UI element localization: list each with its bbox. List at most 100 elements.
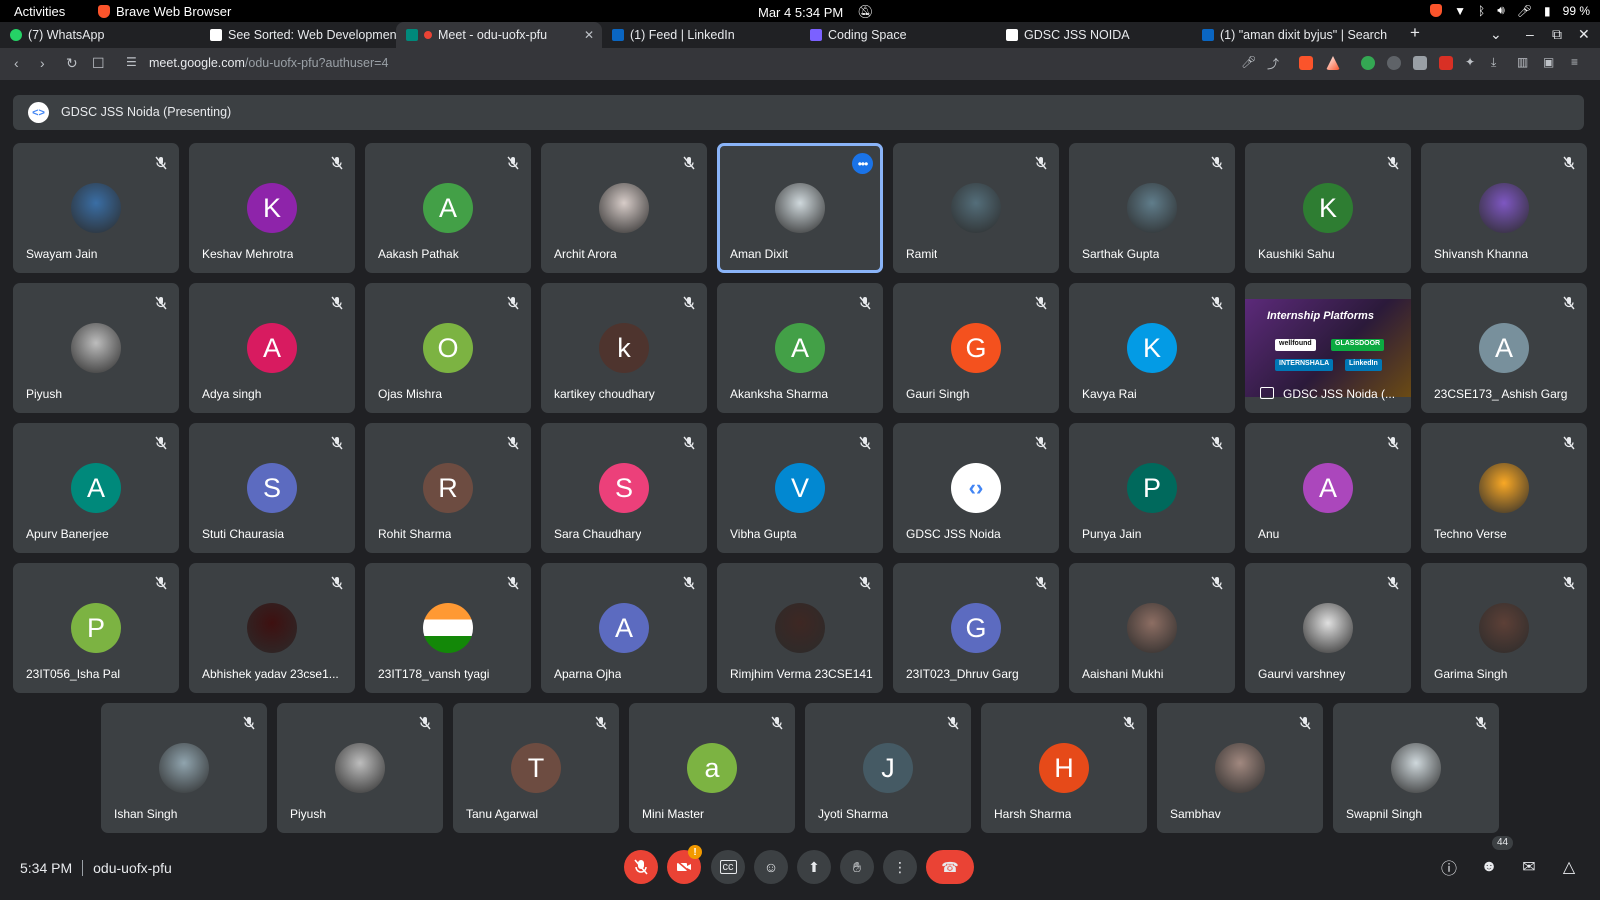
extension-circle-icon[interactable] xyxy=(1387,56,1401,70)
more-options-icon[interactable]: ••• xyxy=(852,153,873,174)
participant-tile[interactable]: A Aparna Ojha xyxy=(541,563,707,693)
participant-tile[interactable]: G 23IT023_Dhruv Garg xyxy=(893,563,1059,693)
presenting-banner[interactable]: <> GDSC JSS Noida (Presenting) xyxy=(13,95,1584,130)
url-field[interactable]: meet.google.com/odu-uofx-pfu?authuser=4 xyxy=(149,56,388,70)
bookmark-icon[interactable]: ☐ xyxy=(92,55,105,72)
extension-grey-icon[interactable] xyxy=(1413,56,1427,70)
participant-tile[interactable]: k kartikey choudhary xyxy=(541,283,707,413)
participant-tile[interactable]: K Keshav Mehrotra xyxy=(189,143,355,273)
participant-tile[interactable]: 23IT178_vansh tyagi xyxy=(365,563,531,693)
tab-see-sorted[interactable]: See Sorted: Web Developmen xyxy=(200,22,396,48)
participant-tile[interactable]: G Gauri Singh xyxy=(893,283,1059,413)
participant-tile[interactable]: R Rohit Sharma xyxy=(365,423,531,553)
participant-tile[interactable]: T Tanu Agarwal xyxy=(453,703,619,833)
participant-tile[interactable]: K Kavya Rai xyxy=(1069,283,1235,413)
tab-meet[interactable]: Meet - odu-uofx-pfu ✕ xyxy=(396,22,602,48)
tab-whatsapp[interactable]: (7) WhatsApp xyxy=(0,22,200,48)
participant-tile[interactable]: Techno Verse xyxy=(1421,423,1587,553)
participant-tile[interactable]: P 23IT056_Isha Pal xyxy=(13,563,179,693)
restore-window-icon[interactable]: ⧉ xyxy=(1552,26,1562,43)
system-tray[interactable]: ▼ ᛒ 🔊︎ 🎤︎ ▮ 99 % xyxy=(1430,3,1590,18)
extension-y-icon[interactable] xyxy=(1439,56,1453,70)
tab-linkedin-search[interactable]: (1) "aman dixit byjus" | Search xyxy=(1192,22,1392,48)
meeting-info-button[interactable]: ⓘ xyxy=(1438,856,1460,878)
brave-shields-icon[interactable] xyxy=(1299,56,1313,70)
participant-tile[interactable]: Sarthak Gupta xyxy=(1069,143,1235,273)
participant-tile[interactable]: J Jyoti Sharma xyxy=(805,703,971,833)
back-icon[interactable]: ‹ xyxy=(14,55,19,71)
leave-call-button[interactable]: ☎︎ xyxy=(926,850,974,884)
participant-tile[interactable]: Abhishek yadav 23cse1... xyxy=(189,563,355,693)
tab-linkedin[interactable]: (1) Feed | LinkedIn xyxy=(602,22,800,48)
more-options-button[interactable]: ⋮ xyxy=(883,850,917,884)
brave-rewards-icon[interactable] xyxy=(1326,56,1340,70)
participant-name: Anu xyxy=(1258,527,1280,541)
avatar: V xyxy=(775,463,825,513)
avatar: O xyxy=(423,323,473,373)
app-menu[interactable]: Brave Web Browser xyxy=(98,4,231,19)
close-tab-icon[interactable]: ✕ xyxy=(584,28,594,42)
participant-tile[interactable]: A 23CSE173_ Ashish Garg xyxy=(1421,283,1587,413)
new-tab-button[interactable]: + xyxy=(1410,23,1420,43)
people-button[interactable]: ☻ xyxy=(1478,856,1500,878)
participant-tile[interactable]: Archit Arora xyxy=(541,143,707,273)
forward-icon[interactable]: › xyxy=(40,55,45,71)
activities-button[interactable]: Activities xyxy=(14,4,65,19)
participant-tile[interactable]: A Akanksha Sharma xyxy=(717,283,883,413)
participant-tile[interactable]: H Harsh Sharma xyxy=(981,703,1147,833)
muted-mic-icon xyxy=(1561,295,1577,311)
participant-tile[interactable]: A Apurv Banerjee xyxy=(13,423,179,553)
participant-tile[interactable]: ‹› GDSC JSS Noida xyxy=(893,423,1059,553)
extension-green-icon[interactable] xyxy=(1361,56,1375,70)
participant-tile[interactable]: A Adya singh xyxy=(189,283,355,413)
participant-tile[interactable]: Ramit xyxy=(893,143,1059,273)
share-icon[interactable]: ⤴ xyxy=(1267,55,1279,72)
participant-tile[interactable]: Piyush xyxy=(277,703,443,833)
participant-tile[interactable]: O Ojas Mishra xyxy=(365,283,531,413)
participant-tile[interactable]: Piyush xyxy=(13,283,179,413)
participant-tile[interactable]: A Anu xyxy=(1245,423,1411,553)
site-info-icon[interactable]: ☰ xyxy=(126,55,137,69)
captions-button[interactable]: cc xyxy=(711,850,745,884)
participant-tile[interactable]: S Sara Chaudhary xyxy=(541,423,707,553)
linkedin-icon xyxy=(1202,29,1214,41)
participant-tile[interactable]: Aman Dixit ••• xyxy=(717,143,883,273)
extensions-puzzle-icon[interactable]: ✦ xyxy=(1465,55,1475,69)
tab-search-chevron-down-icon[interactable]: ⌄ xyxy=(1490,26,1502,43)
participant-tile[interactable]: Garima Singh xyxy=(1421,563,1587,693)
present-now-button[interactable]: ⬆ xyxy=(797,850,831,884)
participant-tile[interactable]: Ishan Singh xyxy=(101,703,267,833)
minimize-window-icon[interactable]: – xyxy=(1526,26,1534,42)
participant-tile[interactable]: Rimjhim Verma 23CSE141 xyxy=(717,563,883,693)
participant-tile[interactable]: S Stuti Chaurasia xyxy=(189,423,355,553)
microphone-off-button[interactable] xyxy=(624,850,658,884)
participant-tile[interactable]: Swapnil Singh xyxy=(1333,703,1499,833)
close-window-icon[interactable]: ✕ xyxy=(1578,26,1590,43)
participant-tile[interactable]: P Punya Jain xyxy=(1069,423,1235,553)
sidebar-icon[interactable]: ▥ xyxy=(1517,55,1528,69)
muted-mic-icon xyxy=(593,715,609,731)
clock[interactable]: Mar 4 5:34 PM 🔕︎ xyxy=(758,4,874,20)
participant-tile[interactable]: A Aakash Pathak xyxy=(365,143,531,273)
tab-gdsc-jss-noida[interactable]: GDSC JSS NOIDA xyxy=(996,22,1192,48)
menu-icon[interactable]: ≡ xyxy=(1571,55,1578,69)
participant-tile[interactable]: V Vibha Gupta xyxy=(717,423,883,553)
participant-tile[interactable]: Sambhav xyxy=(1157,703,1323,833)
participant-tile[interactable]: K Kaushiki Sahu xyxy=(1245,143,1411,273)
participant-tile[interactable]: Shivansh Khanna xyxy=(1421,143,1587,273)
participant-tile[interactable]: a Mini Master xyxy=(629,703,795,833)
raise-hand-button[interactable]: ✋︎ xyxy=(840,850,874,884)
url-host: meet.google.com xyxy=(149,56,245,70)
chat-button[interactable]: ✉ xyxy=(1518,856,1540,878)
participant-tile[interactable]: Swayam Jain xyxy=(13,143,179,273)
reactions-button[interactable]: ☺ xyxy=(754,850,788,884)
downloads-icon[interactable]: ⤓ xyxy=(1491,55,1496,70)
participant-tile[interactable]: Gaurvi varshney xyxy=(1245,563,1411,693)
reload-icon[interactable]: ↻ xyxy=(66,55,78,72)
voice-search-icon[interactable]: 🎤︎ xyxy=(1241,55,1256,69)
wallet-icon[interactable]: ▣ xyxy=(1543,55,1554,69)
participant-tile[interactable]: Aaishani Mukhi xyxy=(1069,563,1235,693)
activities-panel-button[interactable]: △ xyxy=(1558,856,1580,878)
tab-coding-space[interactable]: Coding Space xyxy=(800,22,996,48)
participant-tile[interactable]: Internship Platforms wellfound GLASSDOOR IN… xyxy=(1245,283,1411,413)
